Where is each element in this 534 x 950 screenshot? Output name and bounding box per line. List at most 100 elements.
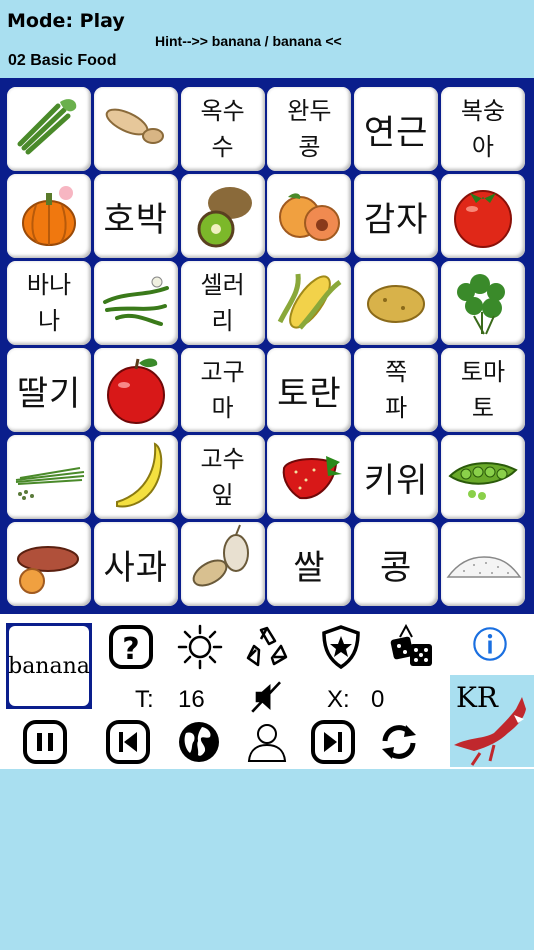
strawberry-icon	[270, 436, 348, 518]
tile-word[interactable]: 연근	[354, 87, 439, 171]
svg-text:?: ?	[122, 632, 139, 667]
tile-word[interactable]: 고수 잎	[180, 435, 265, 519]
tile-word-label: 딸기	[16, 373, 82, 414]
pumpkin-icon	[10, 175, 88, 257]
apple-icon	[97, 349, 175, 431]
tile-word-label: 고수 잎	[200, 445, 245, 509]
tile-image[interactable]	[440, 435, 525, 519]
potato-icon	[357, 262, 435, 344]
tile-image[interactable]	[440, 261, 525, 345]
peas-icon	[444, 436, 522, 518]
mute-icon[interactable]	[247, 677, 287, 717]
tile-word[interactable]: 토란	[267, 348, 352, 432]
language-flag-badge[interactable]: KR	[450, 675, 534, 767]
tile-word[interactable]: 셀러 리	[180, 261, 265, 345]
errors-value: 0	[371, 686, 385, 713]
tile-image[interactable]	[7, 87, 91, 171]
tile-image[interactable]	[93, 435, 178, 519]
fox-mascot-icon	[454, 697, 526, 766]
tile-word-label: 셀러 리	[200, 271, 245, 335]
tile-word-label: 옥수 수	[200, 97, 245, 161]
tile-word-label: 사과	[103, 547, 169, 588]
tile-image[interactable]	[267, 261, 352, 345]
deck-title: 02 Basic Food	[8, 52, 117, 69]
pause-icon[interactable]	[22, 719, 68, 765]
header-bar: Mode: Play Hint-->> banana / banana << 0…	[0, 0, 534, 78]
cilantro-icon	[444, 262, 522, 344]
skip-back-icon[interactable]	[105, 719, 151, 765]
tile-image[interactable]	[7, 174, 91, 258]
info-icon[interactable]	[470, 624, 510, 664]
tile-image[interactable]	[93, 87, 178, 171]
tile-word[interactable]: 사과	[93, 522, 178, 606]
tile-image[interactable]	[440, 522, 525, 606]
banana-icon	[97, 436, 175, 518]
tile-image[interactable]	[93, 261, 178, 345]
tile-word[interactable]: 딸기	[7, 348, 91, 432]
brightness-icon[interactable]	[177, 624, 223, 670]
chives-icon	[10, 436, 88, 518]
tile-word[interactable]: 감자	[354, 174, 439, 258]
tile-image[interactable]	[267, 174, 352, 258]
tile-word-label: 쪽 파	[385, 358, 408, 422]
timer-value: 16	[178, 686, 205, 713]
tomato-icon	[444, 175, 522, 257]
tile-word-label: 바나 나	[26, 271, 72, 335]
green-beans-icon	[97, 262, 175, 344]
tile-word[interactable]: 고구 마	[180, 348, 265, 432]
taro-root-icon	[97, 88, 175, 170]
tile-word-label: 감자	[363, 199, 429, 240]
current-word-card[interactable]: banana	[6, 623, 92, 709]
tile-word-label: 연근	[363, 112, 429, 153]
tile-word[interactable]: 바나 나	[7, 261, 91, 345]
tile-word[interactable]: 옥수 수	[180, 87, 265, 171]
tile-image[interactable]	[354, 261, 439, 345]
timer-label: T:	[135, 686, 154, 713]
tile-grid: 옥수 수 완두 콩 연근 복숭 아호박 감자바나 나 셀러 리딸기 고구 마 토란 쪽 파 토마 …	[7, 87, 525, 606]
current-word-label: banana	[8, 626, 90, 706]
tile-image[interactable]	[7, 435, 91, 519]
game-board: 옥수 수 완두 콩 연근 복숭 아호박 감자바나 나 셀러 리딸기 고구 마 토란 쪽 파 토마 …	[0, 78, 534, 614]
tile-word[interactable]: 쌀	[267, 522, 352, 606]
refresh-icon[interactable]	[376, 719, 422, 765]
hint-text: Hint-->> banana / banana <<	[155, 33, 342, 49]
peach-icon	[270, 175, 348, 257]
tile-image[interactable]	[93, 348, 178, 432]
tile-image[interactable]	[267, 435, 352, 519]
tile-word-label: 복숭 아	[460, 97, 506, 161]
mode-label: Mode: Play	[7, 10, 125, 32]
tile-word[interactable]: 복숭 아	[440, 87, 525, 171]
help-icon[interactable]: ?	[108, 624, 154, 670]
profile-icon[interactable]	[244, 719, 290, 765]
tile-word-label: 콩	[380, 547, 413, 588]
tile-word[interactable]: 쪽 파	[354, 348, 439, 432]
tile-image[interactable]	[440, 174, 525, 258]
tile-word[interactable]: 콩	[354, 522, 439, 606]
tile-word-label: 쌀	[293, 547, 326, 588]
tile-word[interactable]: 키위	[354, 435, 439, 519]
tile-image[interactable]	[180, 174, 265, 258]
tile-word-label: 완두 콩	[287, 97, 332, 161]
tile-word[interactable]: 토마 토	[440, 348, 525, 432]
kiwi-icon	[184, 175, 262, 257]
globe-icon[interactable]	[176, 719, 222, 765]
errors-label: X:	[327, 686, 350, 713]
skip-forward-icon[interactable]	[310, 719, 356, 765]
rice-icon	[444, 523, 522, 605]
tile-word-label: 호박	[103, 199, 169, 240]
tile-word-label: 키위	[363, 460, 429, 501]
recycle-icon[interactable]	[244, 624, 290, 670]
tile-word-label: 토란	[277, 373, 342, 414]
sweet-potato-icon	[10, 523, 88, 605]
tile-word[interactable]: 완두 콩	[267, 87, 352, 171]
tile-image[interactable]	[7, 522, 91, 606]
lotus-root-icon	[184, 523, 262, 605]
tile-image[interactable]	[180, 522, 265, 606]
tile-word[interactable]: 호박	[93, 174, 178, 258]
shield-star-icon[interactable]	[318, 624, 364, 670]
corn-icon	[270, 262, 348, 344]
tile-word-label: 고구 마	[200, 358, 245, 422]
celery-icon	[10, 88, 88, 170]
tile-word-label: 토마 토	[460, 358, 506, 422]
dice-icon[interactable]	[388, 623, 434, 670]
